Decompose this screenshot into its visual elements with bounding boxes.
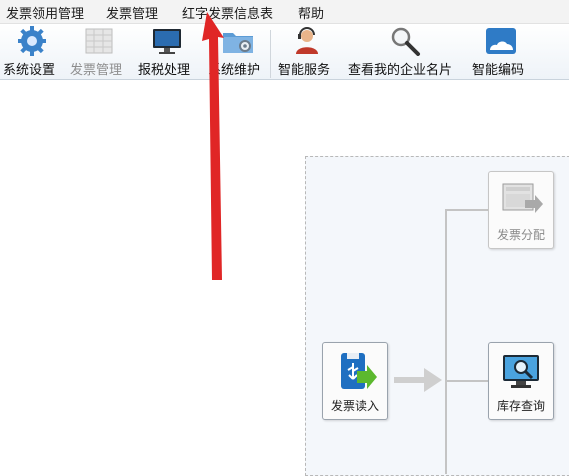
- invoice-import-tile[interactable]: 发票读入: [322, 342, 388, 420]
- menu-item-invoice-management[interactable]: 发票管理: [106, 3, 158, 22]
- flow-connector-vertical: [445, 209, 447, 474]
- invoice-import-label: 发票读入: [330, 399, 379, 413]
- smart-coding-label: 智能编码: [472, 63, 525, 78]
- system-settings-button[interactable]: 系统设置: [0, 24, 64, 80]
- system-maintenance-label: 系统维护: [208, 63, 261, 78]
- tax-filing-button[interactable]: 报税处理: [136, 24, 200, 80]
- menu-item-invoice-requisition[interactable]: 发票领用管理: [6, 3, 84, 22]
- invoice-management-label: 发票管理: [70, 63, 123, 78]
- menu-item-help[interactable]: 帮助: [298, 3, 324, 22]
- menu-item-red-invoice-info[interactable]: 红字发票信息表: [182, 3, 273, 22]
- system-maintenance-button[interactable]: 系统维护: [207, 24, 271, 80]
- usb-import-icon: [341, 353, 377, 389]
- invoice-grid-icon: [85, 28, 113, 54]
- view-business-card-label: 查看我的企业名片: [348, 63, 453, 78]
- smart-service-label: 智能服务: [278, 63, 331, 78]
- invoice-distribute-icon: [502, 183, 543, 213]
- invoice-management-button[interactable]: 发票管理: [66, 24, 130, 80]
- inventory-query-tile[interactable]: 库存查询: [488, 342, 554, 420]
- inventory-query-label: 库存查询: [496, 399, 545, 413]
- flow-connector-top: [445, 209, 489, 211]
- inventory-search-icon: [503, 355, 539, 388]
- support-agent-icon: [296, 27, 318, 54]
- cloud-icon: [486, 28, 516, 54]
- toolbar: 系统设置 发票管理 报税处理 系统维护 智能服务 查看我的企业名片 智能编码: [0, 24, 569, 80]
- view-business-card-button[interactable]: 查看我的企业名片: [346, 24, 462, 80]
- invoice-distribute-tile[interactable]: 发票分配: [488, 171, 554, 249]
- flow-arrow-right: [394, 368, 442, 392]
- toolbar-separator: [270, 30, 271, 78]
- gear-icon: [18, 26, 46, 56]
- menu-bar: 发票领用管理 发票管理 红字发票信息表 帮助: [0, 0, 569, 24]
- monitor-icon: [153, 29, 181, 54]
- system-settings-label: 系统设置: [3, 63, 56, 78]
- smart-coding-button[interactable]: 智能编码: [468, 24, 532, 80]
- folder-gear-icon: [223, 33, 253, 53]
- tax-filing-label: 报税处理: [138, 63, 191, 78]
- smart-service-button[interactable]: 智能服务: [276, 24, 340, 80]
- magnifier-icon: [391, 27, 420, 56]
- invoice-distribute-label: 发票分配: [496, 228, 545, 242]
- flow-connector-middle: [445, 380, 489, 382]
